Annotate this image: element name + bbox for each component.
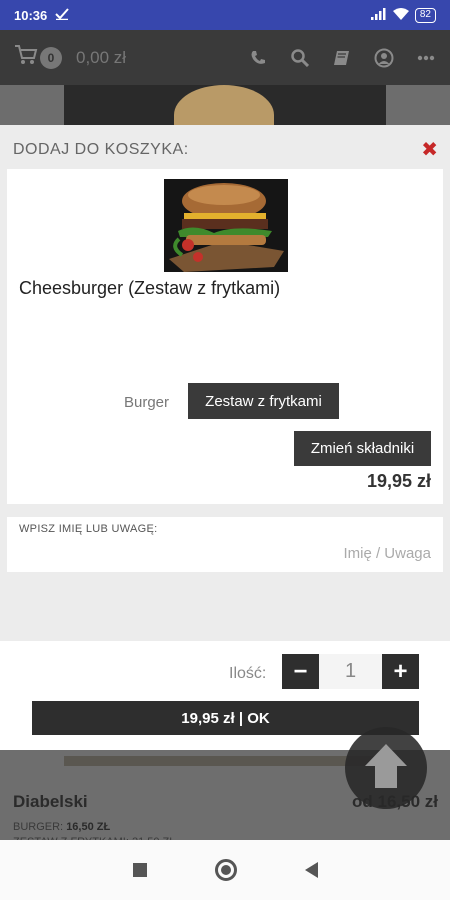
background-product-image — [64, 85, 386, 125]
scroll-to-top-button[interactable] — [345, 727, 427, 809]
product-image — [164, 179, 288, 272]
battery-icon: 82 — [414, 7, 436, 23]
quantity-label: Ilość: — [229, 665, 267, 682]
modal-title: DODAJ DO KOSZYKA: — [13, 141, 189, 158]
wifi-icon — [392, 7, 409, 23]
decrease-quantity-button[interactable]: − — [282, 654, 319, 689]
close-icon[interactable]: ✖ — [421, 137, 438, 162]
back-icon[interactable] — [304, 862, 318, 878]
note-card: WPISZ IMIĘ LUB UWAGĘ: — [7, 517, 443, 572]
signal-icon — [370, 7, 387, 23]
clock: 10:36 — [14, 7, 48, 23]
product-name: Cheesburger (Zestaw z frytkami) — [19, 278, 281, 298]
background-product-title: Diabelski — [13, 792, 88, 811]
recents-icon[interactable] — [132, 863, 147, 877]
cart-icon[interactable] — [14, 44, 38, 71]
cart-total: 0,00 zł — [76, 47, 127, 67]
variant-label[interactable]: Burger — [124, 394, 169, 411]
more-icon[interactable] — [416, 48, 436, 68]
app-header: 0 0,00 zł — [0, 30, 450, 85]
change-ingredients-button[interactable]: Zmień składniki — [294, 431, 431, 466]
product-price: 19,95 zł — [366, 471, 431, 491]
background-price-line: BURGER: 16,50 ZŁ — [13, 821, 111, 833]
variant-button[interactable]: Zestaw z frytkami — [188, 383, 339, 419]
note-input[interactable] — [19, 539, 431, 567]
add-to-cart-modal: DODAJ DO KOSZYKA: ✖ Cheesburger (Zestaw … — [0, 125, 450, 750]
book-icon[interactable] — [332, 48, 352, 68]
confirm-add-button[interactable]: 19,95 zł | OK — [32, 701, 419, 735]
check-icon — [55, 7, 69, 23]
status-bar: 10:36 82 — [0, 0, 450, 30]
quantity-input[interactable] — [319, 654, 382, 689]
increase-quantity-button[interactable]: + — [382, 654, 419, 689]
account-icon[interactable] — [374, 48, 394, 68]
product-card: Cheesburger (Zestaw z frytkami) Burger Z… — [7, 169, 443, 504]
home-icon[interactable] — [214, 859, 237, 881]
arrow-up-icon — [363, 742, 409, 795]
search-icon[interactable] — [290, 48, 310, 68]
note-label: WPISZ IMIĘ LUB UWAGĘ: — [19, 523, 158, 535]
phone-icon[interactable] — [248, 48, 268, 68]
system-nav-bar — [0, 840, 450, 900]
cart-count-badge: 0 — [40, 46, 62, 69]
